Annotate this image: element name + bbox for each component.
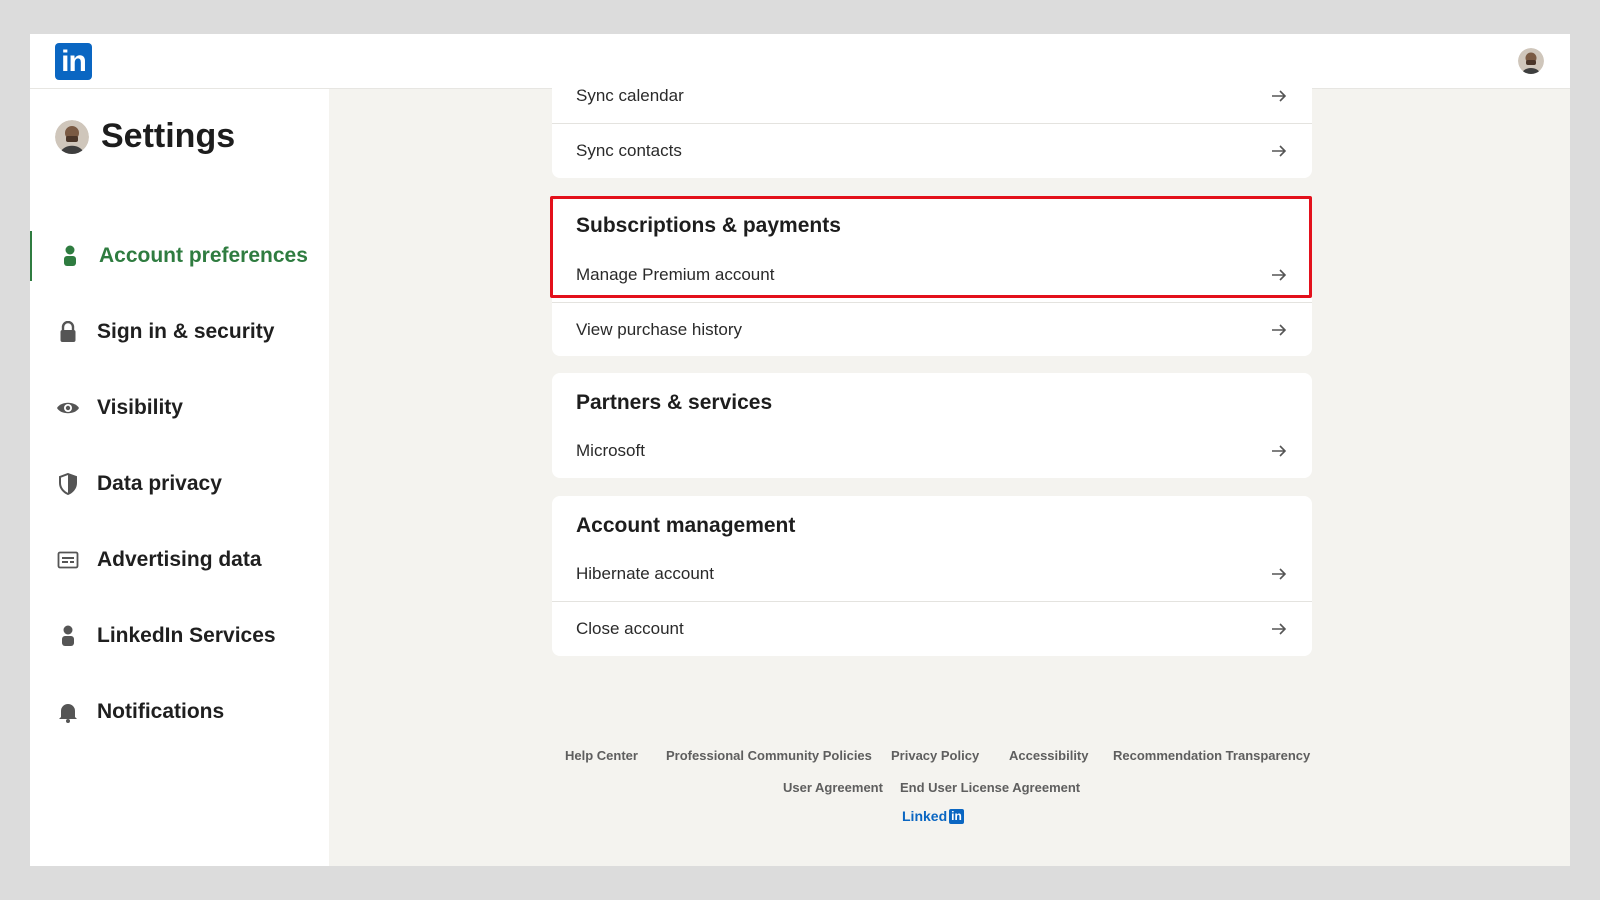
footer-link-eula[interactable]: End User License Agreement — [900, 780, 1080, 795]
arrow-right-icon — [1272, 144, 1287, 157]
shield-icon — [56, 472, 80, 496]
section-title: Subscriptions & payments — [576, 214, 841, 237]
sidebar-item-label: Notifications — [97, 700, 225, 723]
sidebar-item-visibility[interactable]: Visibility — [30, 383, 329, 433]
sidebar-item-advertising-data[interactable]: Advertising data — [30, 535, 329, 585]
sidebar-item-sign-in-security[interactable]: Sign in & security — [30, 307, 329, 357]
sidebar-item-label: Advertising data — [97, 548, 262, 571]
footer-link-recommendation-transparency[interactable]: Recommendation Transparency — [1113, 748, 1310, 763]
hibernate-account-row[interactable]: Hibernate account — [552, 547, 1312, 601]
sidebar-item-label: Data privacy — [97, 472, 222, 495]
row-label: View purchase history — [576, 319, 742, 339]
row-label: Close account — [576, 618, 684, 638]
footer-link-user-agreement[interactable]: User Agreement — [783, 780, 883, 795]
sidebar-item-data-privacy[interactable]: Data privacy — [30, 459, 329, 509]
bell-icon — [56, 700, 80, 724]
arrow-right-icon — [1272, 90, 1287, 102]
footer-link-help-center[interactable]: Help Center — [565, 748, 638, 763]
close-account-row[interactable]: Close account — [552, 601, 1312, 655]
microsoft-row[interactable]: Microsoft — [552, 424, 1312, 478]
manage-premium-row[interactable]: Manage Premium account — [552, 248, 1312, 302]
ad-icon — [56, 548, 80, 572]
sidebar-item-label: Sign in & security — [97, 320, 275, 343]
row-label: Manage Premium account — [576, 265, 775, 284]
sidebar-item-account-preferences[interactable]: Account preferences — [30, 231, 329, 281]
sidebar-item-notifications[interactable]: Notifications — [30, 687, 329, 737]
arrow-right-icon — [1272, 445, 1287, 457]
arrow-right-icon — [1272, 323, 1287, 336]
sidebar-item-label: Visibility — [97, 396, 183, 419]
sync-calendar-row[interactable]: Sync calendar — [552, 69, 1312, 123]
user-avatar[interactable] — [1518, 48, 1544, 74]
page-title: Settings — [101, 117, 236, 155]
sidebar-item-label: LinkedIn Services — [97, 624, 276, 647]
account-management-card: Account management Hibernate account Clo… — [552, 496, 1312, 656]
person-icon — [56, 624, 80, 648]
footer-logo-in: in — [949, 808, 964, 824]
arrow-right-icon — [1272, 269, 1287, 281]
row-label: Hibernate account — [576, 564, 714, 583]
linkedin-logo-icon[interactable]: in — [55, 43, 92, 80]
sidebar-item-label: Account preferences — [99, 244, 308, 267]
row-label: Sync calendar — [576, 86, 684, 105]
app-window: in Settings Account preferences Sign in … — [30, 34, 1570, 866]
arrow-right-icon — [1272, 622, 1287, 635]
section-title: Partners & services — [576, 391, 773, 414]
lock-icon — [56, 320, 80, 344]
settings-header: Settings — [55, 117, 235, 156]
section-title: Account management — [576, 514, 796, 537]
footer-logo-word: Linked — [902, 808, 948, 824]
row-label: Sync contacts — [576, 140, 682, 160]
eye-icon — [56, 396, 80, 420]
partners-card: Partners & services Microsoft — [552, 373, 1312, 478]
sync-contacts-row[interactable]: Sync contacts — [552, 123, 1312, 177]
avatar — [55, 119, 89, 154]
arrow-right-icon — [1272, 568, 1287, 580]
sidebar-item-linkedin-services[interactable]: LinkedIn Services — [30, 611, 329, 661]
row-label: Microsoft — [576, 441, 645, 460]
footer-linkedin-logo: Linked in — [902, 808, 964, 824]
subscriptions-card: Subscriptions & payments Manage Premium … — [552, 198, 1312, 356]
footer-link-community-policies[interactable]: Professional Community Policies — [666, 748, 872, 763]
settings-sidebar: Settings Account preferences Sign in & s… — [30, 89, 329, 866]
footer-link-privacy-policy[interactable]: Privacy Policy — [891, 748, 979, 763]
person-icon — [58, 244, 82, 268]
footer-link-accessibility[interactable]: Accessibility — [1009, 748, 1089, 763]
sync-card: Sync calendar Sync contacts — [552, 34, 1312, 178]
purchase-history-row[interactable]: View purchase history — [552, 302, 1312, 356]
